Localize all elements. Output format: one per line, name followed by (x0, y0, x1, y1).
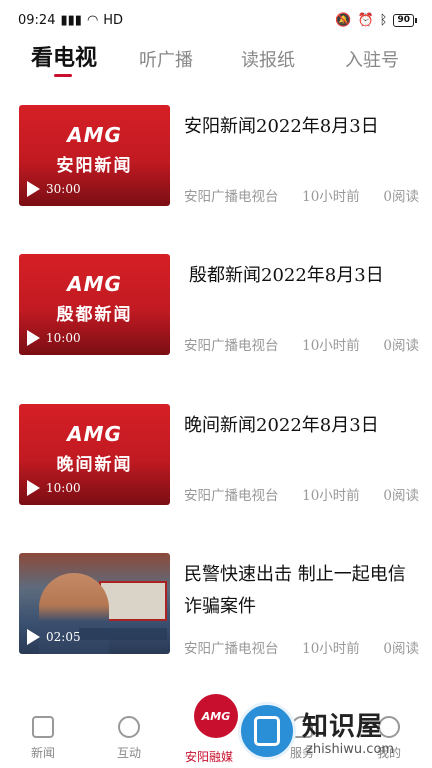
tab-read-newspaper[interactable]: 读报纸 (241, 46, 295, 72)
tab-watch-tv[interactable]: 看电视 (31, 40, 97, 72)
news-item[interactable]: 02:05 民警快速出击 制止一起电信诈骗案件 安阳广播电视台 10小时前 0阅… (19, 553, 419, 657)
status-left: 09:24 ▮▮▮ ◠ HD (18, 13, 123, 28)
news-reads: 0阅读 (383, 189, 419, 205)
tab-settled-accounts[interactable]: 入驻号 (345, 46, 399, 72)
play-row: 10:00 (27, 480, 81, 496)
play-row: 10:00 (27, 330, 81, 346)
news-time: 10小时前 (302, 338, 360, 354)
news-title[interactable]: 晚间新闻2022年8月3日 (184, 410, 419, 442)
news-reads: 0阅读 (383, 641, 419, 657)
wifi-icon: ◠ (86, 12, 99, 28)
video-duration: 02:05 (46, 630, 81, 644)
status-bar: 09:24 ▮▮▮ ◠ HD 🔕 ⏰ ᛒ 90 (0, 0, 432, 40)
news-meta: 安阳广播电视台 10小时前 0阅读 (184, 334, 419, 354)
video-duration: 10:00 (46, 481, 81, 495)
signal-icon: ▮▮▮ (60, 12, 82, 28)
news-reads: 0阅读 (383, 338, 419, 354)
play-icon (27, 629, 40, 645)
amg-logo-icon[interactable]: AMG (194, 694, 238, 738)
video-duration: 10:00 (46, 331, 81, 345)
news-item[interactable]: AMG 殷都新闻 10:00 殷都新闻2022年8月3日 安阳广播电视台 10小… (19, 254, 419, 356)
amg-logo: AMG (67, 272, 122, 296)
watermark-url: zhishiwu.com (306, 742, 395, 757)
news-title[interactable]: 民警快速出击 制止一起电信诈骗案件 (184, 559, 419, 623)
play-row: 02:05 (27, 629, 81, 645)
play-icon (27, 181, 40, 197)
play-icon (27, 330, 40, 346)
network-label: HD (103, 12, 124, 28)
nav-item-news[interactable]: 新闻 (13, 716, 73, 761)
news-item[interactable]: AMG 安阳新闻 30:00 安阳新闻2022年8月3日 安阳广播电视台 10小… (19, 105, 419, 207)
battery-icon: 90 (393, 13, 417, 27)
status-right: 🔕 ⏰ ᛒ 90 (335, 12, 417, 28)
bluetooth-icon: ᛒ (379, 12, 388, 28)
play-icon (27, 480, 40, 496)
watermark-logo-icon (238, 702, 296, 760)
news-source: 安阳广播电视台 (184, 338, 279, 354)
news-meta: 安阳广播电视台 10小时前 0阅读 (184, 185, 419, 205)
news-reads: 0阅读 (383, 488, 419, 504)
thumbnail-title: 晚间新闻 (56, 455, 133, 475)
news-title[interactable]: 安阳新闻2022年8月3日 (184, 111, 419, 143)
news-time: 10小时前 (302, 488, 360, 504)
nav-label: 互动 (116, 746, 141, 760)
thumbnail-board (99, 581, 167, 621)
news-source: 安阳广播电视台 (184, 488, 279, 504)
video-thumbnail[interactable]: 02:05 (19, 553, 170, 654)
news-source: 安阳广播电视台 (184, 641, 279, 657)
news-title[interactable]: 殷都新闻2022年8月3日 (189, 260, 424, 292)
amg-logo: AMG (67, 123, 122, 147)
news-time: 10小时前 (302, 641, 360, 657)
play-row: 30:00 (27, 181, 81, 197)
active-tab-indicator (54, 74, 72, 77)
news-time: 10小时前 (302, 189, 360, 205)
video-thumbnail[interactable]: AMG 安阳新闻 30:00 (19, 105, 170, 206)
thumbnail-title: 殷都新闻 (56, 305, 133, 325)
amg-logo: AMG (67, 422, 122, 446)
tab-listen-radio[interactable]: 听广播 (139, 46, 193, 72)
news-item[interactable]: AMG 晚间新闻 10:00 晚间新闻2022年8月3日 安阳广播电视台 10小… (19, 404, 419, 506)
thumbnail-caption-bar (79, 628, 167, 640)
thumbnail-title: 安阳新闻 (56, 156, 133, 176)
mute-icon: 🔕 (335, 12, 352, 28)
news-meta: 安阳广播电视台 10小时前 0阅读 (184, 484, 419, 504)
alarm-icon: ⏰ (357, 12, 374, 28)
video-thumbnail[interactable]: AMG 晚间新闻 10:00 (19, 404, 170, 505)
news-meta: 安阳广播电视台 10小时前 0阅读 (184, 637, 419, 657)
news-source: 安阳广播电视台 (184, 189, 279, 205)
nav-item-interact[interactable]: 互动 (99, 716, 159, 761)
nav-label-active[interactable]: 安阳融媒 (185, 748, 233, 765)
nav-label: 新闻 (30, 746, 55, 760)
video-duration: 30:00 (46, 182, 81, 196)
watermark-text: 知识屋 (302, 712, 384, 742)
video-thumbnail[interactable]: AMG 殷都新闻 10:00 (19, 254, 170, 355)
clock: 09:24 (18, 12, 56, 28)
compass-icon (118, 716, 140, 738)
news-icon (32, 716, 54, 738)
